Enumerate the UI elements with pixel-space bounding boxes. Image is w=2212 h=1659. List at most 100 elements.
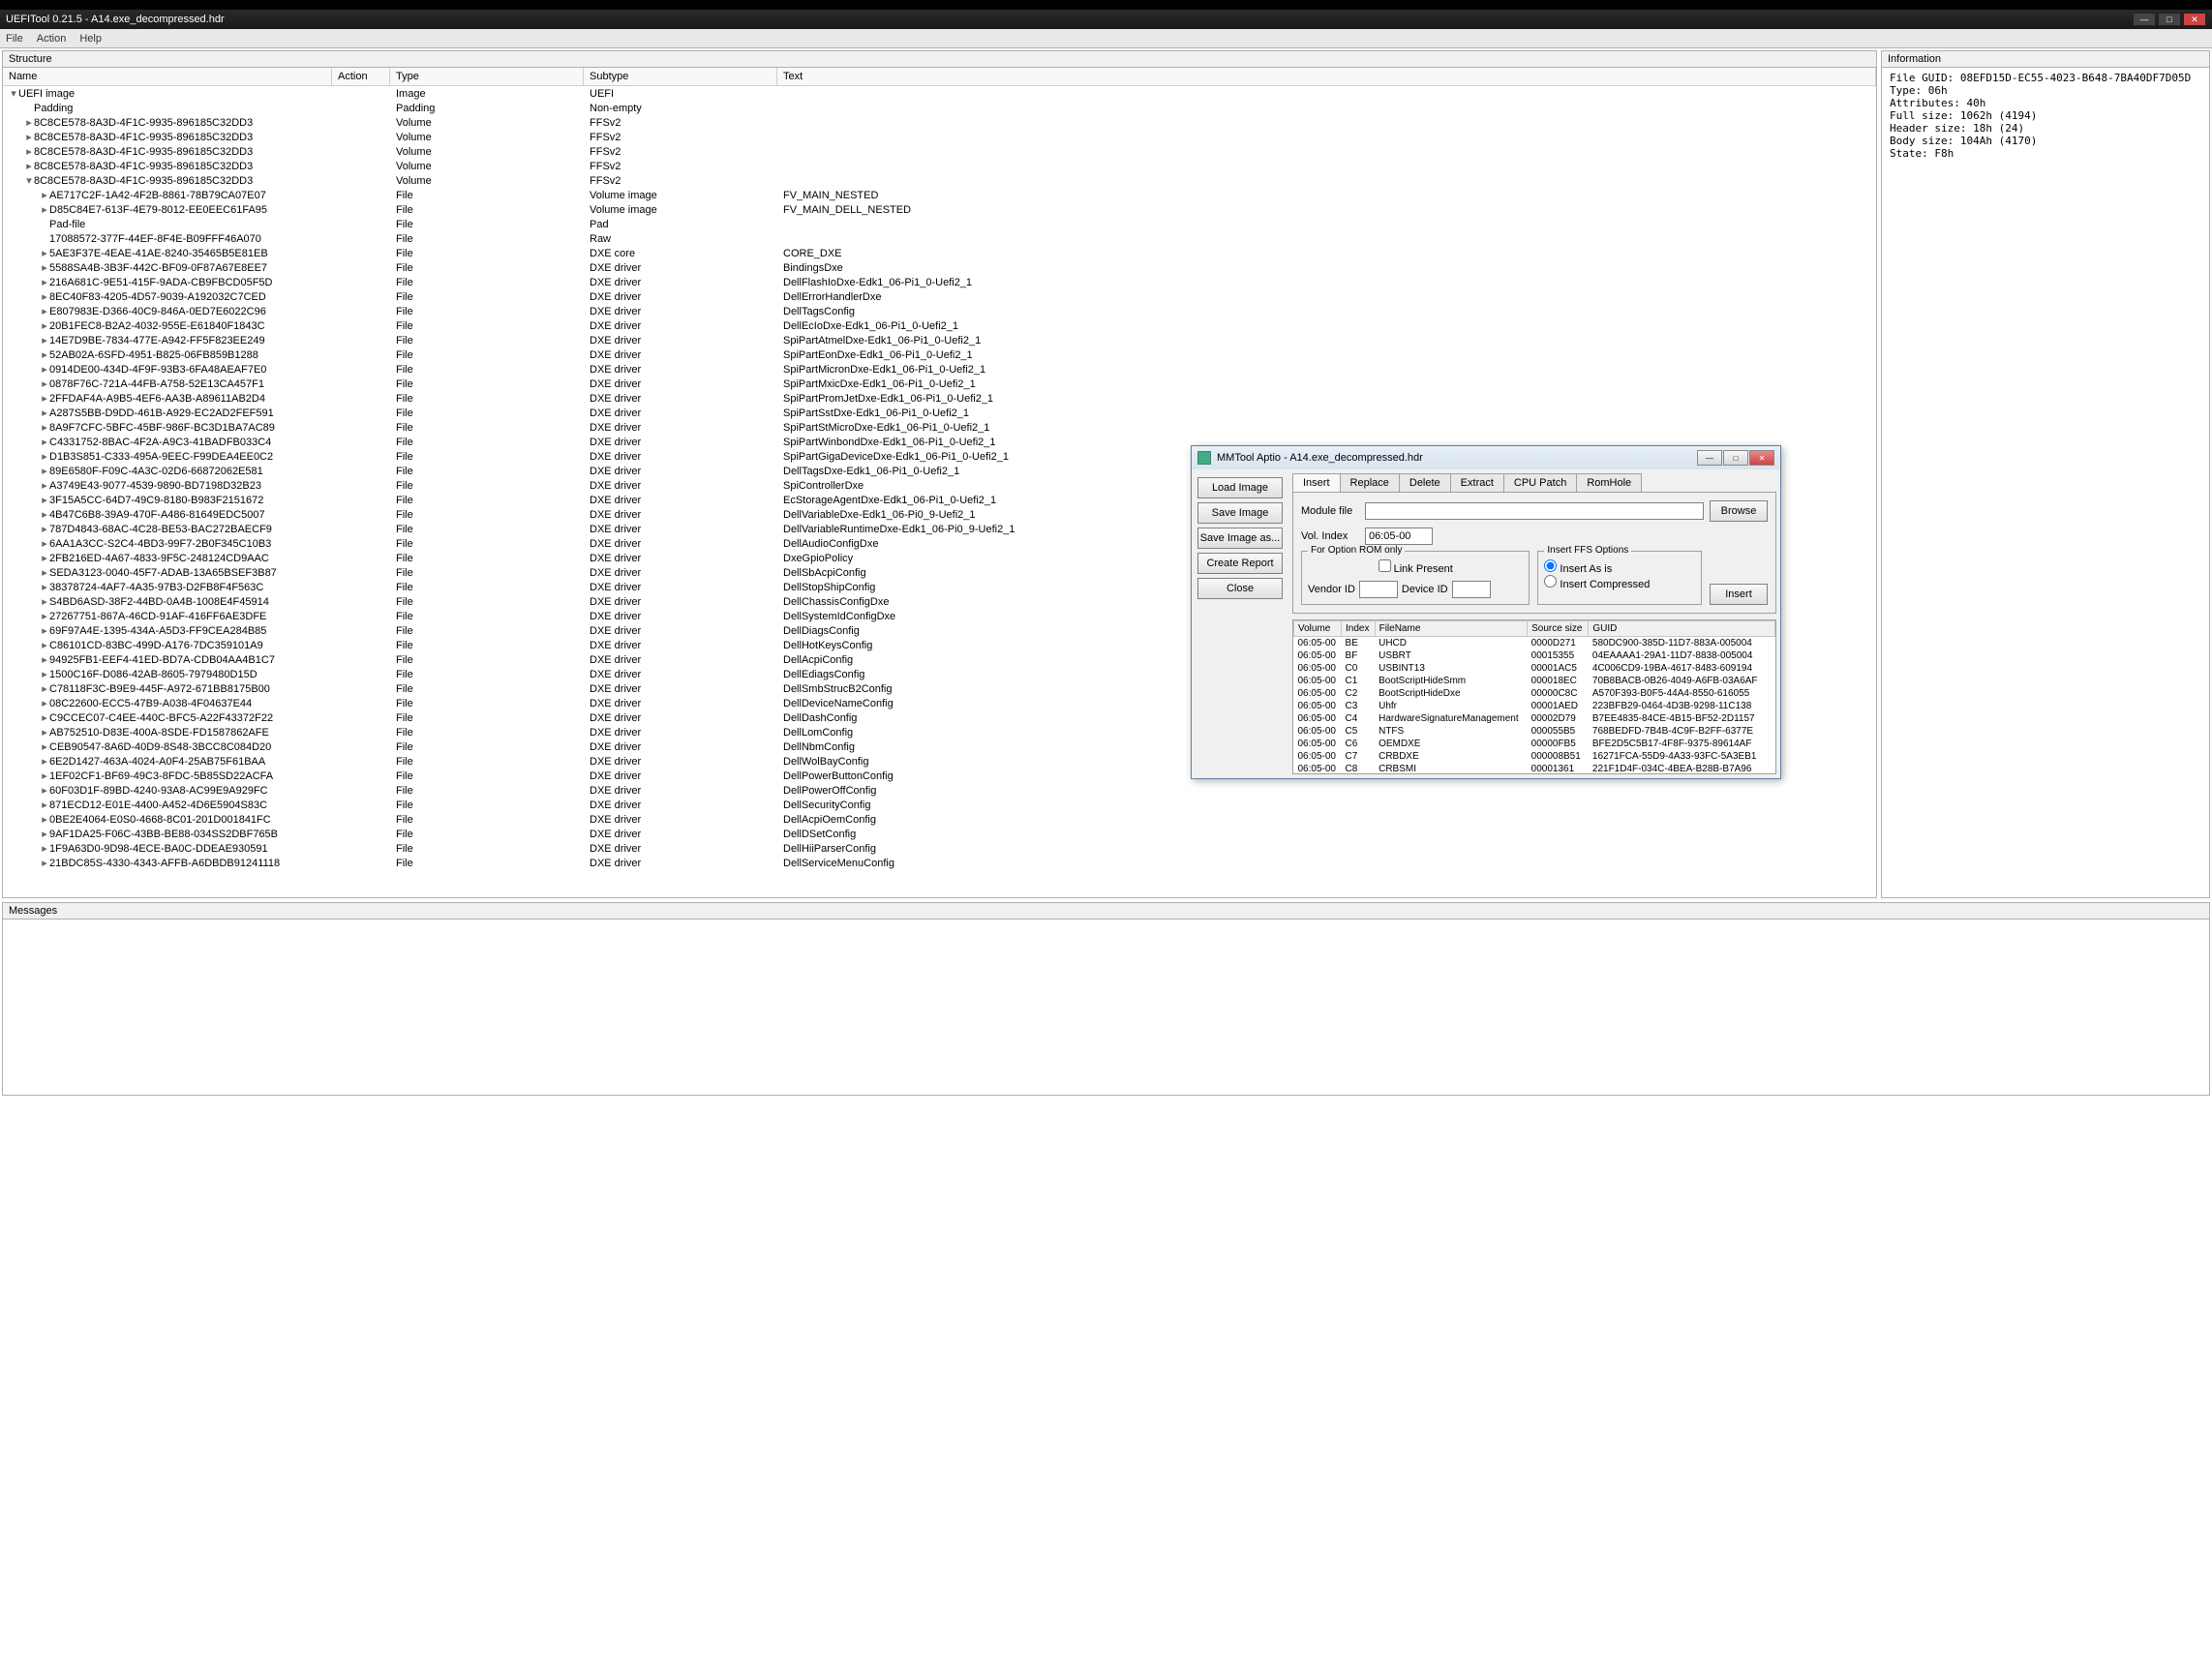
vol-index-input[interactable] [1365, 528, 1433, 545]
mmtool-close-button[interactable]: ✕ [1749, 450, 1774, 466]
expander-icon[interactable]: ▸ [40, 784, 49, 797]
expander-icon[interactable]: ▸ [40, 189, 49, 201]
expander-icon[interactable]: ▸ [40, 276, 49, 288]
expander-icon[interactable]: ▸ [40, 682, 49, 695]
close-button[interactable]: Close [1197, 578, 1283, 599]
table-row[interactable]: 06:05-00C3Uhfr00001AED223BFB29-0464-4D3B… [1294, 700, 1775, 712]
expander-icon[interactable]: ▸ [40, 769, 49, 782]
table-row[interactable]: 06:05-00C0USBINT1300001AC54C006CD9-19BA-… [1294, 662, 1775, 675]
col-action-header[interactable]: Action [332, 68, 390, 85]
table-row[interactable]: 06:05-00C4HardwareSignatureManagement000… [1294, 712, 1775, 725]
vendor-id-input[interactable] [1359, 581, 1398, 598]
table-row[interactable]: 06:05-00C6OEMDXE00000FB5BFE2D5C5B17-4F8F… [1294, 738, 1775, 750]
tree-row[interactable]: ▸9AF1DA25-F06C-43BB-BE88-034SS2DBF765BFi… [3, 827, 1876, 841]
tree-row[interactable]: ▸2FFDAF4A-A9B5-4EF6-AA3B-A89611AB2D4File… [3, 391, 1876, 406]
expander-icon[interactable]: ▸ [40, 755, 49, 768]
expander-icon[interactable]: ▸ [40, 523, 49, 535]
expander-icon[interactable]: ▸ [40, 566, 49, 579]
tree-row[interactable]: PaddingPaddingNon-empty [3, 101, 1876, 115]
tree-row[interactable]: ▸8C8CE578-8A3D-4F1C-9935-896185C32DD3Vol… [3, 144, 1876, 159]
table-row[interactable]: 06:05-00C5NTFS000055B5768BEDFD-7B4B-4C9F… [1294, 725, 1775, 738]
expander-icon[interactable]: ▸ [40, 813, 49, 826]
expander-icon[interactable]: ▸ [40, 842, 49, 855]
menu-help[interactable]: Help [79, 33, 102, 45]
expander-icon[interactable]: ▸ [40, 639, 49, 651]
expander-icon[interactable]: ▸ [40, 465, 49, 477]
tree-row[interactable]: ▸1F9A63D0-9D98-4ECE-BA0C-DDEAE930591File… [3, 841, 1876, 856]
table-header[interactable]: GUID [1589, 621, 1775, 637]
expander-icon[interactable]: ▸ [40, 581, 49, 593]
table-row[interactable]: 06:05-00C1BootScriptHideSmm000018EC70B8B… [1294, 675, 1775, 687]
expander-icon[interactable]: ▸ [40, 494, 49, 506]
device-id-input[interactable] [1452, 581, 1491, 598]
create-report-button[interactable]: Create Report [1197, 553, 1283, 574]
expander-icon[interactable]: ▸ [24, 131, 34, 143]
expander-icon[interactable]: ▸ [40, 247, 49, 259]
tree-row[interactable]: ▸5AE3F37E-4EAE-41AE-8240-35465B5E81EBFil… [3, 246, 1876, 260]
expander-icon[interactable]: ▸ [40, 305, 49, 317]
menu-file[interactable]: File [6, 33, 23, 45]
expander-icon[interactable]: ▸ [40, 319, 49, 332]
table-header[interactable]: FileName [1375, 621, 1528, 637]
expander-icon[interactable]: ▸ [24, 145, 34, 158]
mmtool-table-wrap[interactable]: VolumeIndexFileNameSource sizeGUID 06:05… [1292, 619, 1776, 774]
expander-icon[interactable]: ▸ [40, 203, 49, 216]
tree-row[interactable]: ▸871ECD12-E01E-4400-A452-4D6E5904S83CFil… [3, 798, 1876, 812]
insert-compressed-radio[interactable] [1544, 575, 1557, 588]
tree-row[interactable]: ▾UEFI imageImageUEFI [3, 86, 1876, 101]
expander-icon[interactable]: ▸ [40, 799, 49, 811]
tree-row[interactable]: ▸8A9F7CFC-5BFC-45BF-986F-BC3D1BA7AC89Fil… [3, 420, 1876, 435]
col-subtype-header[interactable]: Subtype [584, 68, 777, 85]
expander-icon[interactable]: ▸ [40, 392, 49, 405]
browse-button[interactable]: Browse [1710, 500, 1768, 522]
mmtool-maximize-button[interactable]: □ [1723, 450, 1748, 466]
save-image-button[interactable]: Save Image [1197, 502, 1283, 524]
window-titlebar[interactable]: UEFITool 0.21.5 - A14.exe_decompressed.h… [0, 10, 2212, 29]
tab-insert[interactable]: Insert [1292, 473, 1341, 492]
menu-action[interactable]: Action [37, 33, 67, 45]
tree-row[interactable]: ▸AE717C2F-1A42-4F2B-8861-78B79CA07E07Fil… [3, 188, 1876, 202]
tree-row[interactable]: ▸E807983E-D366-40C9-846A-0ED7E6022C96Fil… [3, 304, 1876, 318]
load-image-button[interactable]: Load Image [1197, 477, 1283, 498]
module-file-input[interactable] [1365, 502, 1704, 520]
expander-icon[interactable]: ▸ [24, 116, 34, 129]
expander-icon[interactable]: ▸ [40, 552, 49, 564]
col-name-header[interactable]: Name [3, 68, 332, 85]
expander-icon[interactable]: ▸ [40, 421, 49, 434]
tree-row[interactable]: ▸20B1FEC8-B2A2-4032-955E-E61840F1843CFil… [3, 318, 1876, 333]
expander-icon[interactable]: ▸ [40, 610, 49, 622]
expander-icon[interactable]: ▸ [40, 726, 49, 739]
tab-romhole[interactable]: RomHole [1576, 473, 1642, 492]
tree-row[interactable]: 17088572-377F-44EF-8F4E-B09FFF46A070File… [3, 231, 1876, 246]
expander-icon[interactable]: ▸ [40, 508, 49, 521]
tree-row[interactable]: ▾8C8CE578-8A3D-4F1C-9935-896185C32DD3Vol… [3, 173, 1876, 188]
table-row[interactable]: 06:05-00BFUSBRT0001535504EAAAA1-29A1-11D… [1294, 649, 1775, 662]
table-header[interactable]: Index [1342, 621, 1376, 637]
insert-button[interactable]: Insert [1710, 584, 1768, 605]
expander-icon[interactable]: ▸ [40, 290, 49, 303]
expander-icon[interactable]: ▾ [9, 87, 18, 100]
mmtool-titlebar[interactable]: MMTool Aptio - A14.exe_decompressed.hdr … [1192, 446, 1780, 469]
tab-delete[interactable]: Delete [1399, 473, 1451, 492]
expander-icon[interactable]: ▸ [40, 537, 49, 550]
expander-icon[interactable]: ▸ [40, 624, 49, 637]
expander-icon[interactable]: ▸ [40, 334, 49, 347]
expander-icon[interactable]: ▸ [40, 377, 49, 390]
tree-row[interactable]: ▸14E7D9BE-7834-477E-A942-FF5F823EE249Fil… [3, 333, 1876, 347]
expander-icon[interactable]: ▸ [40, 348, 49, 361]
tab-cpu-patch[interactable]: CPU Patch [1503, 473, 1577, 492]
tree-row[interactable]: Pad-fileFilePad [3, 217, 1876, 231]
tree-row[interactable]: ▸8C8CE578-8A3D-4F1C-9935-896185C32DD3Vol… [3, 115, 1876, 130]
insert-as-is-radio[interactable] [1544, 559, 1557, 572]
mmtool-minimize-button[interactable]: — [1697, 450, 1722, 466]
expander-icon[interactable]: ▸ [40, 668, 49, 680]
table-header[interactable]: Source size [1528, 621, 1589, 637]
expander-icon[interactable]: ▸ [40, 711, 49, 724]
tree-row[interactable]: ▸8EC40F83-4205-4D57-9039-A192032C7CEDFil… [3, 289, 1876, 304]
expander-icon[interactable]: ▸ [40, 261, 49, 274]
maximize-button[interactable]: □ [2158, 13, 2181, 26]
tree-row[interactable]: ▸216A681C-9E51-415F-9ADA-CB9FBCD05F5DFil… [3, 275, 1876, 289]
expander-icon[interactable]: ▸ [40, 436, 49, 448]
tree-row[interactable]: ▸52AB02A-6SFD-4951-B825-06FB859B1288File… [3, 347, 1876, 362]
tree-row[interactable]: ▸A287S5BB-D9DD-461B-A929-EC2AD2FEF591Fil… [3, 406, 1876, 420]
